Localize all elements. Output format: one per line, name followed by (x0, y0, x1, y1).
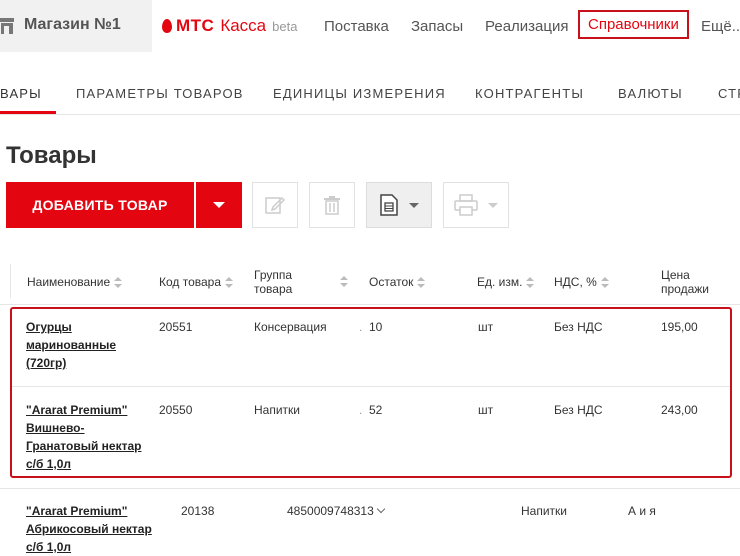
store-name: Магазин №1 (24, 16, 121, 33)
table-row-name[interactable]: Огурцы маринованные (720гр) (26, 318, 116, 372)
header-divider (0, 304, 740, 305)
chevron-down-icon (409, 202, 419, 208)
document-menu-button[interactable] (366, 182, 432, 228)
mts-egg-icon (162, 19, 172, 33)
nav-directories[interactable]: Справочники (578, 10, 689, 39)
table-row-group: Консервация (254, 320, 327, 334)
tab-units[interactable]: ЕДИНИЦЫ ИЗМЕРЕНИЯ (273, 86, 446, 101)
sort-icon (225, 276, 234, 289)
logo-mts: МТС (176, 16, 215, 35)
edit-icon (265, 196, 286, 214)
col-header-code[interactable]: Код товара (159, 275, 234, 289)
directory-tabs: ВАРЫ ПАРАМЕТРЫ ТОВАРОВ ЕДИНИЦЫ ИЗМЕРЕНИЯ… (0, 72, 740, 115)
table-row-code: 20550 (159, 403, 193, 417)
col-header-price[interactable]: Цена продажи (661, 268, 709, 296)
add-product-dropdown[interactable] (196, 182, 242, 228)
document-icon (380, 194, 398, 216)
store-selector[interactable]: Магазин №1 (0, 0, 152, 52)
table-row-group: Напитки (254, 403, 300, 417)
print-icon (454, 194, 478, 216)
chevron-down-icon (488, 202, 498, 208)
table-row-code: 20551 (159, 320, 193, 334)
tab-goods-params[interactable]: ПАРАМЕТРЫ ТОВАРОВ (76, 86, 244, 101)
col-header-unit[interactable]: Ед. изм. (477, 275, 535, 289)
table-row-name[interactable]: "Ararat Premium" Вишнево- Гранатовый нек… (26, 401, 141, 473)
sort-icon (600, 276, 609, 289)
sort-icon (114, 276, 123, 289)
table-row-stock: 10 (369, 320, 383, 334)
table-row-vat: Без НДС (554, 320, 603, 334)
sort-icon (526, 276, 535, 289)
tab-goods[interactable]: ВАРЫ (0, 86, 42, 101)
store-icon (0, 18, 14, 34)
nav-sales[interactable]: Реализация (485, 18, 568, 35)
chevron-down-icon (213, 202, 225, 208)
top-bar: Магазин №1 МТС Касса beta Поставка Запас… (0, 0, 740, 52)
table-row-unit: шт (478, 403, 494, 417)
row-divider (12, 386, 730, 387)
page-title: Товары (6, 142, 97, 169)
table-row-barcode[interactable]: 4850009748313 (287, 502, 386, 520)
table-row-unit: А и я (628, 504, 656, 518)
col-header-name[interactable]: Наименование (27, 275, 123, 289)
delete-button[interactable] (309, 182, 355, 228)
nav-more[interactable]: Ещё... (701, 18, 740, 35)
col-header-group[interactable]: Группа товара (254, 268, 292, 296)
dot-icon: . (359, 403, 363, 417)
table-row-price: 195,00 (661, 320, 698, 334)
col-header-vat[interactable]: НДС, % (554, 275, 609, 289)
table-row-unit: шт (478, 320, 494, 334)
tab-countries[interactable]: СТР (718, 86, 740, 101)
dot-icon: . (359, 320, 363, 334)
nav-supply[interactable]: Поставка (324, 18, 389, 35)
table-row-price: 243,00 (661, 403, 698, 417)
edit-button[interactable] (252, 182, 298, 228)
chevron-down-icon (376, 504, 386, 514)
logo-kassa: Касса (220, 16, 267, 35)
col-header-stock[interactable]: Остаток (369, 275, 426, 289)
logo-beta: beta (272, 18, 298, 34)
active-tab-indicator (0, 111, 56, 114)
add-product-button[interactable]: ДОБАВИТЬ ТОВАР (6, 182, 194, 228)
mts-kassa-logo[interactable]: МТС Касса beta (162, 16, 297, 36)
sort-icon[interactable] (340, 276, 348, 288)
table-row-code: 20138 (181, 504, 215, 518)
tab-currencies[interactable]: ВАЛЮТЫ (618, 86, 683, 101)
tab-contractors[interactable]: КОНТРАГЕНТЫ (475, 86, 584, 101)
print-button[interactable] (443, 182, 509, 228)
nav-stock[interactable]: Запасы (411, 18, 463, 35)
table-row-stock: 52 (369, 403, 383, 417)
row-divider (0, 488, 740, 489)
sort-icon (417, 276, 426, 289)
trash-icon (324, 196, 340, 215)
table-row-vat: Без НДС (554, 403, 603, 417)
select-column-header (0, 264, 11, 298)
table-row-group: Напитки (521, 504, 567, 518)
